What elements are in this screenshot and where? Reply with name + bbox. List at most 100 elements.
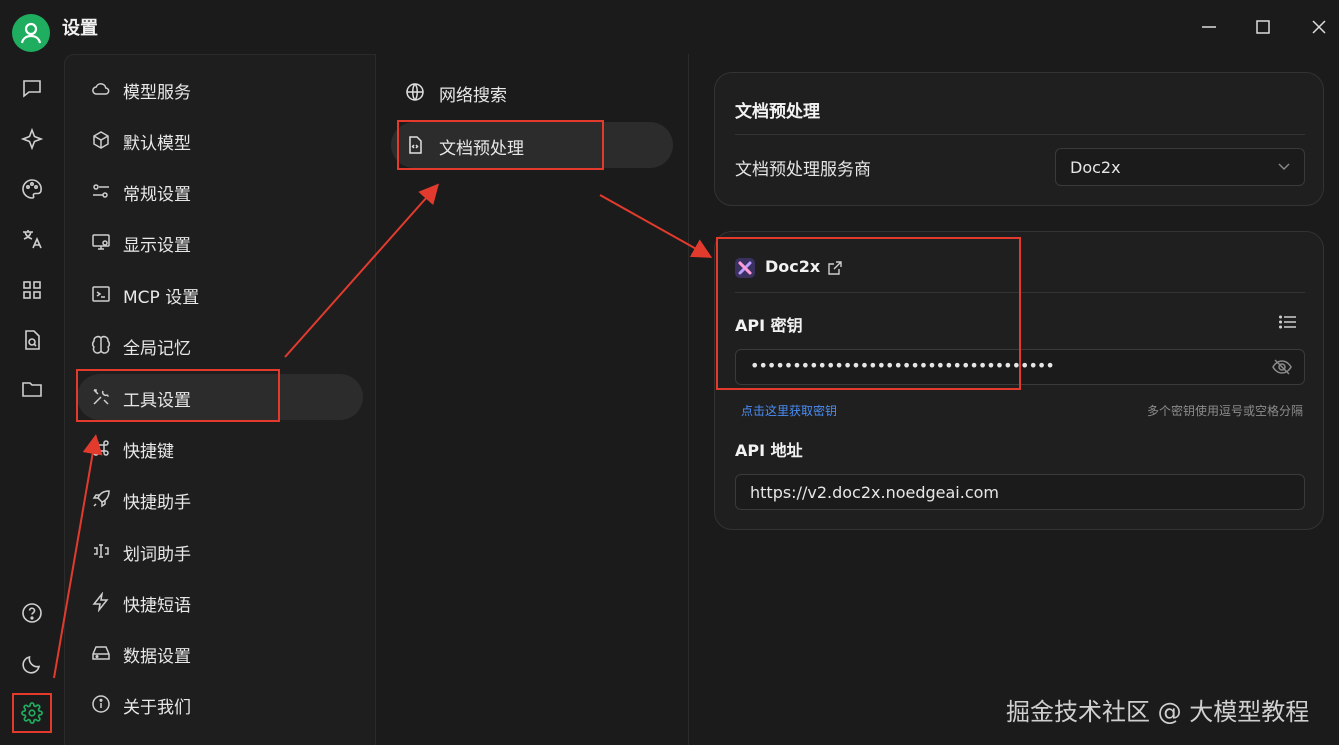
rail-theme-button[interactable] — [18, 650, 46, 678]
external-link-icon[interactable] — [827, 260, 843, 276]
nav-item-label: 关于我们 — [123, 698, 191, 718]
text-select-icon — [94, 544, 109, 558]
nav-item-label: 全局记忆 — [123, 339, 191, 359]
nav-item-general-settings[interactable]: 常规设置 — [77, 168, 363, 214]
nav-item-label: 快捷键 — [123, 442, 174, 462]
api-key-value: •••••••••••••••••••••••••••••••••••• — [750, 356, 1055, 375]
nav-item-label: 快捷短语 — [123, 596, 191, 616]
api-url-input[interactable]: https://v2.doc2x.noedgeai.com — [735, 474, 1305, 510]
settings-gear-icon — [21, 702, 43, 724]
provider-select-value: Doc2x — [1070, 158, 1121, 177]
monitor-gear-icon — [92, 234, 110, 250]
provider-name: Doc2x — [765, 257, 821, 276]
rail-paint-button[interactable] — [18, 175, 46, 203]
tool-item-label: 网络搜索 — [439, 86, 507, 106]
nav-item-model-service[interactable]: 模型服务 — [77, 66, 363, 112]
nav-item-shortcuts[interactable]: 快捷键 — [77, 425, 363, 471]
nav-item-selection-assistant[interactable]: 划词助手 — [77, 528, 363, 574]
nav-item-label: 显示设置 — [123, 236, 191, 256]
file-code-icon — [409, 136, 422, 154]
nav-item-data-settings[interactable]: 数据设置 — [77, 630, 363, 676]
user-icon — [20, 22, 42, 44]
zap-icon — [92, 592, 109, 612]
sliders-icon — [93, 184, 109, 198]
terminal-icon — [92, 286, 110, 302]
maximize-icon — [1256, 20, 1270, 34]
nav-item-display-settings[interactable]: 显示设置 — [77, 219, 363, 265]
close-button[interactable] — [1306, 14, 1332, 40]
nav-item-mcp-settings[interactable]: MCP 设置 — [77, 271, 363, 317]
provider-label: 文档预处理服务商 — [735, 160, 871, 180]
tools-icon — [93, 389, 110, 405]
translate-icon — [23, 230, 42, 249]
nav-item-label: 数据设置 — [123, 647, 191, 667]
minimize-icon — [1202, 26, 1216, 28]
rail-help-button[interactable] — [18, 599, 46, 627]
cube-icon — [93, 131, 109, 149]
folder-icon — [22, 382, 42, 397]
provider-select[interactable]: Doc2x — [1055, 148, 1305, 186]
api-key-input[interactable]: •••••••••••••••••••••••••••••••••••• — [735, 349, 1305, 385]
eye-off-icon[interactable] — [1272, 358, 1292, 376]
sparkle-icon — [21, 128, 43, 150]
tool-item-label: 文档预处理 — [439, 139, 524, 159]
title-bar: 设置 — [0, 0, 1339, 54]
globe-icon — [406, 83, 424, 101]
close-icon — [1312, 20, 1326, 34]
apps-icon — [23, 281, 41, 299]
nav-item-default-model[interactable]: 默认模型 — [77, 117, 363, 163]
rail-translate-button[interactable] — [18, 225, 46, 253]
minimize-button[interactable] — [1196, 14, 1222, 40]
nav-item-global-memory[interactable]: 全局记忆 — [77, 322, 363, 368]
api-url-label: API 地址 — [735, 441, 803, 460]
api-url-value: https://v2.doc2x.noedgeai.com — [750, 483, 999, 502]
nav-item-tool-settings[interactable]: 工具设置 — [77, 374, 363, 420]
palette-icon — [22, 179, 42, 199]
chat-icon — [23, 80, 41, 98]
section-title: 文档预处理 — [735, 102, 820, 122]
cloud-icon — [92, 83, 110, 95]
get-api-key-link[interactable]: 点击这里获取密钥 — [741, 402, 837, 419]
chevron-down-icon — [1278, 163, 1290, 170]
app-window: 设置 模型服务 默认模型 常规设置 显示设置 MCP 设置 全局记忆 工具设置 … — [0, 0, 1339, 745]
nav-item-quick-phrases[interactable]: 快捷短语 — [77, 579, 363, 625]
list-icon[interactable] — [1279, 314, 1297, 330]
moon-icon — [22, 655, 41, 674]
rail-assistant-button[interactable] — [18, 125, 46, 153]
nav-item-about-us[interactable]: 关于我们 — [77, 681, 363, 727]
provider-config-card: Doc2x API 密钥 •••••••••••••••••••••••••••… — [714, 231, 1324, 530]
rail-folder-button[interactable] — [18, 375, 46, 403]
tool-item-web-search[interactable]: 网络搜索 — [391, 69, 673, 115]
info-icon — [92, 695, 110, 713]
rail-apps-button[interactable] — [18, 276, 46, 304]
doc-search-icon — [25, 330, 40, 350]
nav-item-label: 模型服务 — [123, 83, 191, 103]
rail-settings-button[interactable] — [12, 693, 52, 733]
rail-files-button[interactable] — [18, 326, 46, 354]
command-icon — [93, 440, 109, 456]
nav-item-label: 默认模型 — [123, 134, 191, 154]
tool-item-doc-preprocess[interactable]: 文档预处理 — [391, 122, 673, 168]
rocket-icon — [92, 490, 110, 508]
hard-drive-icon — [92, 646, 110, 660]
window-title: 设置 — [62, 18, 98, 39]
divider — [735, 292, 1305, 293]
icon-rail — [0, 54, 64, 745]
nav-item-label: 常规设置 — [123, 185, 191, 205]
divider — [735, 134, 1305, 135]
brain-icon — [91, 335, 111, 354]
watermark: 掘金技术社区 @ 大模型教程 — [1006, 698, 1310, 726]
avatar[interactable] — [12, 14, 50, 52]
preprocess-settings-card: 文档预处理 文档预处理服务商 Doc2x — [714, 72, 1324, 206]
rail-chat-button[interactable] — [18, 74, 46, 102]
api-key-label: API 密钥 — [735, 316, 803, 335]
nav-item-label: 快捷助手 — [123, 493, 191, 513]
nav-item-label: 划词助手 — [123, 545, 191, 565]
help-icon — [22, 603, 42, 623]
nav-item-label: 工具设置 — [123, 391, 191, 411]
tool-settings-sidebar: 网络搜索 文档预处理 — [376, 54, 689, 745]
maximize-button[interactable] — [1250, 14, 1276, 40]
nav-item-label: MCP 设置 — [123, 288, 200, 308]
nav-item-quick-assistant[interactable]: 快捷助手 — [77, 476, 363, 522]
settings-sidebar: 模型服务 默认模型 常规设置 显示设置 MCP 设置 全局记忆 工具设置 快捷键… — [64, 54, 376, 745]
